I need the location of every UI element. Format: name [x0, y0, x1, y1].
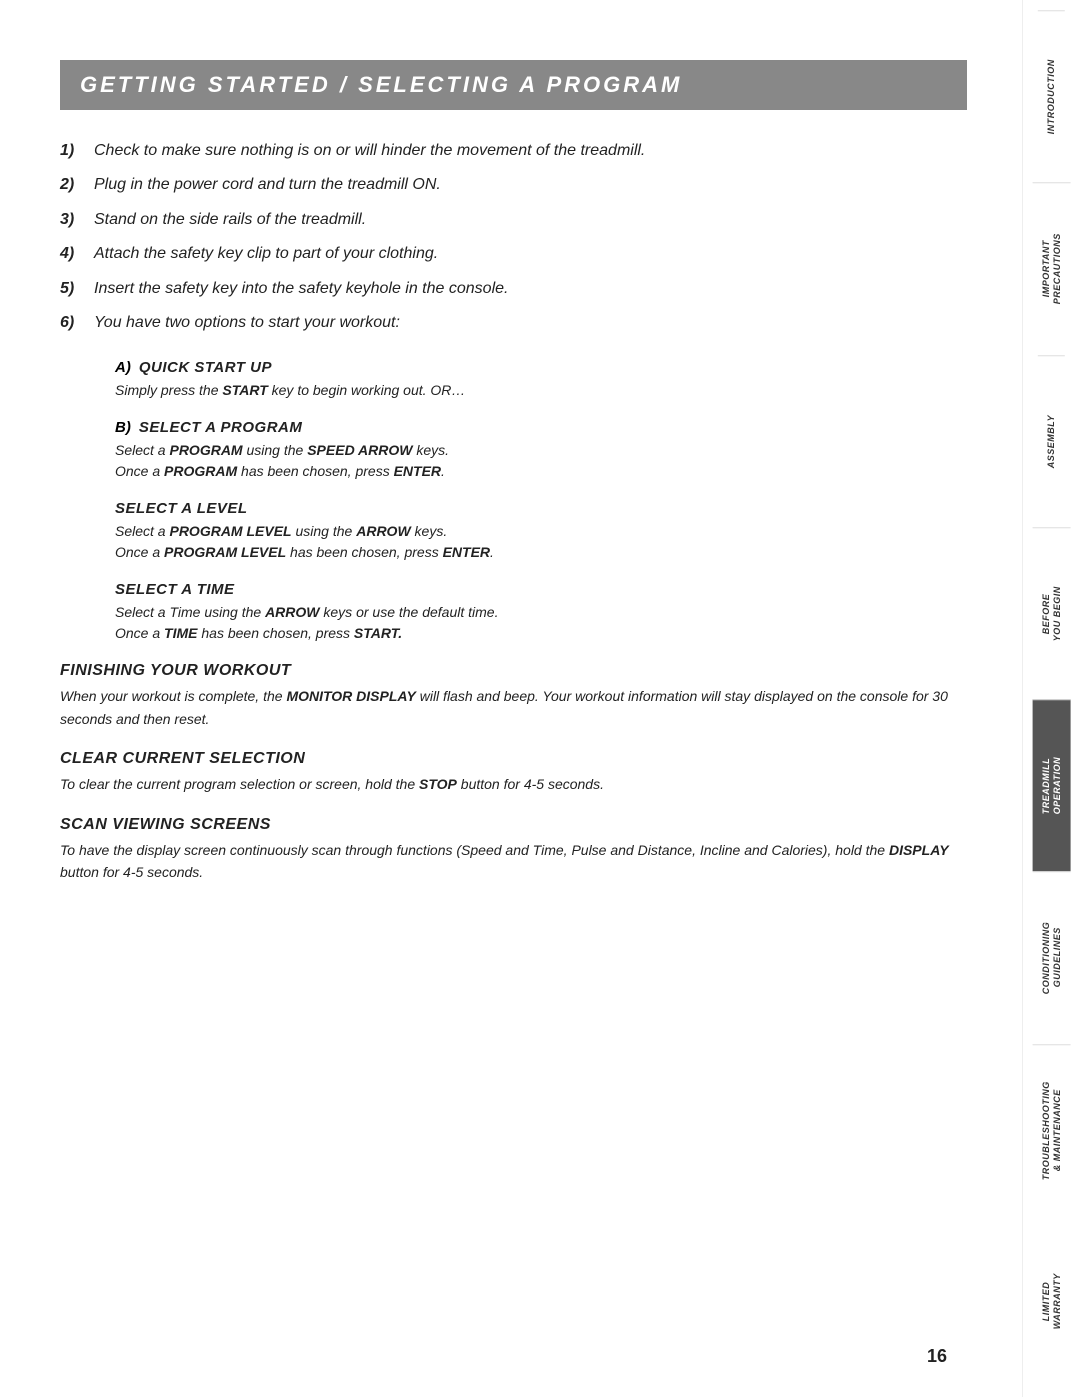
step-2: 2) Plug in the power cord and turn the t…: [60, 174, 967, 196]
step-text-4: Attach the safety key clip to part of yo…: [94, 243, 438, 265]
sub-label-a: A) QUICK START UP: [115, 359, 967, 380]
sub-text-time: Select a Time using the ARROW keys or us…: [115, 602, 967, 644]
step-1: 1) Check to make sure nothing is on or w…: [60, 140, 967, 162]
step-text-5: Insert the safety key into the safety ke…: [94, 278, 508, 300]
sub-text-a: Simply press the START key to begin work…: [115, 380, 967, 401]
scan-section: SCAN VIEWING SCREENS To have the display…: [60, 816, 967, 884]
sub-heading-b: SELECT A PROGRAM: [139, 419, 303, 436]
sidebar-item-before-begin[interactable]: BEFOREYOU BEGIN: [1033, 527, 1071, 699]
step-number-1: 1): [60, 140, 88, 162]
scan-text: To have the display screen continuously …: [60, 839, 967, 884]
step-number-6: 6): [60, 312, 88, 334]
sub-section-level: SELECT A LEVEL Select a PROGRAM LEVEL us…: [115, 500, 967, 563]
sidebar-item-operation[interactable]: TREADMILLOPERATION: [1033, 699, 1071, 871]
clear-heading: CLEAR CURRENT SELECTION: [60, 750, 967, 768]
sub-text-level: Select a PROGRAM LEVEL using the ARROW k…: [115, 521, 967, 563]
finishing-section: FINISHING YOUR WORKOUT When your workout…: [60, 662, 967, 730]
sidebar-item-warranty[interactable]: LIMITEDWARRANTY: [1033, 1216, 1071, 1387]
scan-heading: SCAN VIEWING SCREENS: [60, 816, 967, 834]
step-text-6: You have two options to start your worko…: [94, 312, 400, 334]
steps-list: 1) Check to make sure nothing is on or w…: [60, 140, 967, 334]
sidebar-item-precautions[interactable]: IMPORTANTPRECAUTIONS: [1033, 182, 1071, 354]
clear-section: CLEAR CURRENT SELECTION To clear the cur…: [60, 750, 967, 795]
sub-section-b: B) SELECT A PROGRAM Select a PROGRAM usi…: [115, 419, 967, 482]
sub-text-b: Select a PROGRAM using the SPEED ARROW k…: [115, 440, 967, 482]
main-content: GETTING STARTED / SELECTING A PROGRAM 1)…: [0, 0, 1022, 1397]
page-title: GETTING STARTED / SELECTING A PROGRAM: [80, 72, 947, 98]
sub-section-time: SELECT A TIME Select a Time using the AR…: [115, 581, 967, 644]
step-number-5: 5): [60, 278, 88, 300]
step-number-2: 2): [60, 174, 88, 196]
clear-text: To clear the current program selection o…: [60, 773, 967, 795]
sub-label-b: B) SELECT A PROGRAM: [115, 419, 967, 440]
page-number: 16: [927, 1346, 947, 1367]
step-number-4: 4): [60, 243, 88, 265]
sub-section-a: A) QUICK START UP Simply press the START…: [115, 359, 967, 401]
sub-heading-time: SELECT A TIME: [115, 581, 967, 598]
sidebar: INTRODUCTION IMPORTANTPRECAUTIONS ASSEMB…: [1022, 0, 1080, 1397]
sidebar-item-conditioning[interactable]: CONDITIONINGGUIDELINES: [1033, 871, 1071, 1043]
step-text-1: Check to make sure nothing is on or will…: [94, 140, 645, 162]
step-6: 6) You have two options to start your wo…: [60, 312, 967, 334]
sidebar-item-assembly[interactable]: ASSEMBLY: [1038, 355, 1065, 527]
step-number-3: 3): [60, 209, 88, 231]
finishing-text: When your workout is complete, the MONIT…: [60, 685, 967, 730]
step-4: 4) Attach the safety key clip to part of…: [60, 243, 967, 265]
sidebar-item-troubleshooting[interactable]: TROUBLESHOOTING& MAINTENANCE: [1033, 1044, 1071, 1216]
sidebar-item-introduction[interactable]: INTRODUCTION: [1038, 10, 1065, 182]
step-text-3: Stand on the side rails of the treadmill…: [94, 209, 366, 231]
step-3: 3) Stand on the side rails of the treadm…: [60, 209, 967, 231]
sub-heading-level: SELECT A LEVEL: [115, 500, 967, 517]
sub-letter-b: B): [115, 419, 131, 436]
step-text-2: Plug in the power cord and turn the trea…: [94, 174, 441, 196]
step-5: 5) Insert the safety key into the safety…: [60, 278, 967, 300]
sub-letter-a: A): [115, 359, 131, 376]
finishing-heading: FINISHING YOUR WORKOUT: [60, 662, 967, 680]
sub-heading-a: QUICK START UP: [139, 359, 272, 376]
section-heading: GETTING STARTED / SELECTING A PROGRAM: [60, 60, 967, 110]
